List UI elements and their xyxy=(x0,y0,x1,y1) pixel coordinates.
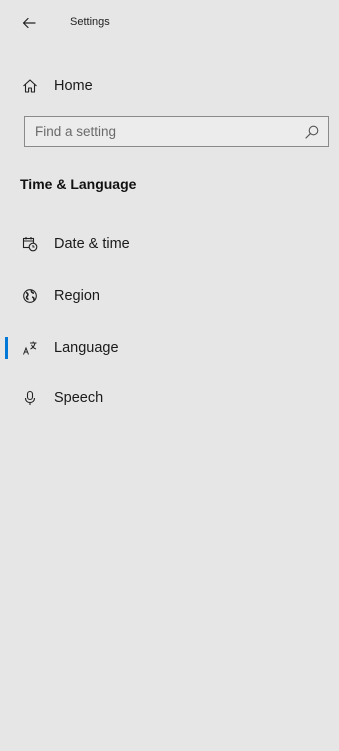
globe-icon xyxy=(20,286,40,306)
sidebar-item-label: Language xyxy=(54,340,119,356)
search-box[interactable] xyxy=(24,116,329,147)
sidebar-item-region[interactable]: Region xyxy=(0,278,339,314)
section-title: Time & Language xyxy=(20,176,137,192)
microphone-icon xyxy=(20,388,40,408)
back-button[interactable] xyxy=(16,10,42,36)
window-title: Settings xyxy=(70,16,110,28)
date-time-icon xyxy=(20,234,40,254)
nav-home[interactable]: Home xyxy=(0,68,339,104)
title-bar: Settings xyxy=(0,0,339,46)
home-icon xyxy=(20,76,40,96)
sidebar-item-language[interactable]: Language xyxy=(0,330,339,366)
sidebar-item-speech[interactable]: Speech xyxy=(0,380,339,416)
sidebar-item-date-time[interactable]: Date & time xyxy=(0,226,339,262)
language-icon xyxy=(20,338,40,358)
sidebar-item-label: Date & time xyxy=(54,236,130,252)
sidebar-item-label: Speech xyxy=(54,390,104,406)
nav-home-label: Home xyxy=(54,78,93,94)
search-input[interactable] xyxy=(25,117,295,146)
active-indicator xyxy=(5,337,8,359)
search-icon[interactable] xyxy=(304,124,320,140)
back-arrow-icon xyxy=(22,17,36,29)
sidebar-item-label: Region xyxy=(54,288,100,304)
